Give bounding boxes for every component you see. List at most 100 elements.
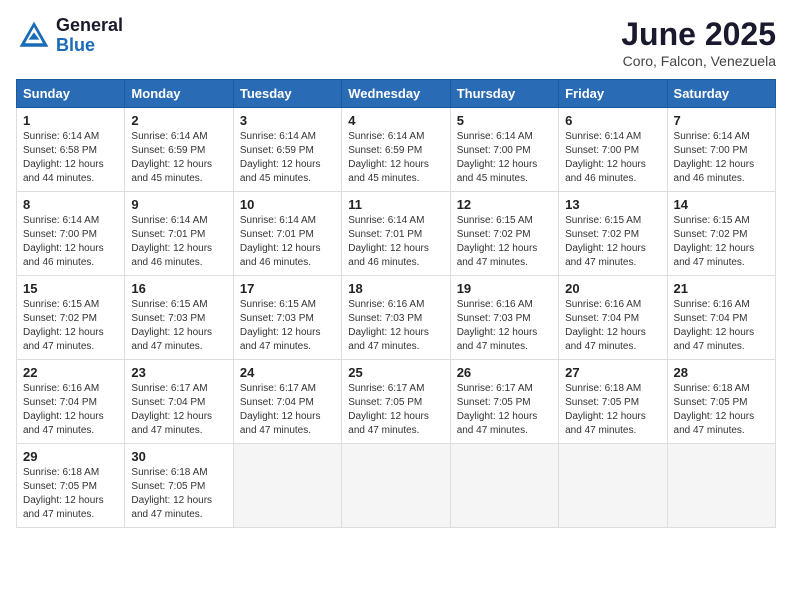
- calendar-cell: 8 Sunrise: 6:14 AMSunset: 7:00 PMDaylight…: [17, 192, 125, 276]
- calendar-header-row: SundayMondayTuesdayWednesdayThursdayFrid…: [17, 80, 776, 108]
- day-number: 19: [457, 281, 552, 296]
- day-info: Sunrise: 6:17 AMSunset: 7:05 PMDaylight:…: [348, 382, 443, 438]
- day-number: 27: [565, 365, 660, 380]
- title-block: June 2025 Coro, Falcon, Venezuela: [621, 16, 776, 69]
- calendar-cell: 7 Sunrise: 6:14 AMSunset: 7:00 PMDaylight…: [667, 108, 775, 192]
- day-info: Sunrise: 6:15 AMSunset: 7:02 PMDaylight:…: [23, 298, 118, 354]
- day-number: 8: [23, 197, 118, 212]
- day-number: 26: [457, 365, 552, 380]
- day-info: Sunrise: 6:15 AMSunset: 7:02 PMDaylight:…: [674, 214, 769, 270]
- day-info: Sunrise: 6:16 AMSunset: 7:04 PMDaylight:…: [674, 298, 769, 354]
- day-number: 15: [23, 281, 118, 296]
- calendar-week-3: 15 Sunrise: 6:15 AMSunset: 7:02 PMDayligh…: [17, 276, 776, 360]
- day-info: Sunrise: 6:14 AMSunset: 7:01 PMDaylight:…: [131, 214, 226, 270]
- day-info: Sunrise: 6:14 AMSunset: 6:58 PMDaylight:…: [23, 130, 118, 186]
- day-number: 24: [240, 365, 335, 380]
- calendar-cell: 22 Sunrise: 6:16 AMSunset: 7:04 PMDayligh…: [17, 360, 125, 444]
- calendar-cell: 11 Sunrise: 6:14 AMSunset: 7:01 PMDayligh…: [342, 192, 450, 276]
- calendar-cell: 18Sunrise: 6:16 AMSunset: 7:03 PMDayligh…: [342, 276, 450, 360]
- calendar-cell: 30 Sunrise: 6:18 AMSunset: 7:05 PMDayligh…: [125, 444, 233, 528]
- calendar-header-tuesday: Tuesday: [233, 80, 341, 108]
- page-header: General Blue June 2025 Coro, Falcon, Ven…: [16, 16, 776, 69]
- day-number: 22: [23, 365, 118, 380]
- logo-general-text: General: [56, 16, 123, 36]
- day-number: 21: [674, 281, 769, 296]
- calendar-cell: 27 Sunrise: 6:18 AMSunset: 7:05 PMDayligh…: [559, 360, 667, 444]
- day-info: Sunrise: 6:18 AMSunset: 7:05 PMDaylight:…: [565, 382, 660, 438]
- calendar-cell: 9 Sunrise: 6:14 AMSunset: 7:01 PMDaylight…: [125, 192, 233, 276]
- day-number: 20: [565, 281, 660, 296]
- location-text: Coro, Falcon, Venezuela: [621, 53, 776, 69]
- calendar-header-thursday: Thursday: [450, 80, 558, 108]
- day-number: 14: [674, 197, 769, 212]
- day-info: Sunrise: 6:18 AMSunset: 7:05 PMDaylight:…: [131, 466, 226, 522]
- day-number: 11: [348, 197, 443, 212]
- calendar-cell: 6 Sunrise: 6:14 AMSunset: 7:00 PMDaylight…: [559, 108, 667, 192]
- day-info: Sunrise: 6:14 AMSunset: 7:01 PMDaylight:…: [348, 214, 443, 270]
- calendar-cell: 21 Sunrise: 6:16 AMSunset: 7:04 PMDayligh…: [667, 276, 775, 360]
- day-number: 3: [240, 113, 335, 128]
- day-info: Sunrise: 6:14 AMSunset: 7:00 PMDaylight:…: [23, 214, 118, 270]
- calendar-cell: 5Sunrise: 6:14 AMSunset: 7:00 PMDaylight…: [450, 108, 558, 192]
- logo: General Blue: [16, 16, 123, 56]
- calendar-header-wednesday: Wednesday: [342, 80, 450, 108]
- day-info: Sunrise: 6:16 AMSunset: 7:03 PMDaylight:…: [457, 298, 552, 354]
- calendar-header-monday: Monday: [125, 80, 233, 108]
- day-info: Sunrise: 6:17 AMSunset: 7:04 PMDaylight:…: [240, 382, 335, 438]
- day-number: 2: [131, 113, 226, 128]
- month-title: June 2025: [621, 16, 776, 53]
- day-info: Sunrise: 6:14 AMSunset: 6:59 PMDaylight:…: [131, 130, 226, 186]
- day-info: Sunrise: 6:15 AMSunset: 7:03 PMDaylight:…: [131, 298, 226, 354]
- day-info: Sunrise: 6:17 AMSunset: 7:04 PMDaylight:…: [131, 382, 226, 438]
- calendar-cell: [559, 444, 667, 528]
- calendar-cell: 23Sunrise: 6:17 AMSunset: 7:04 PMDayligh…: [125, 360, 233, 444]
- day-info: Sunrise: 6:14 AMSunset: 7:00 PMDaylight:…: [674, 130, 769, 186]
- day-number: 25: [348, 365, 443, 380]
- calendar-cell: 13Sunrise: 6:15 AMSunset: 7:02 PMDayligh…: [559, 192, 667, 276]
- calendar-cell: 4 Sunrise: 6:14 AMSunset: 6:59 PMDaylight…: [342, 108, 450, 192]
- calendar-cell: [450, 444, 558, 528]
- calendar-cell: 17 Sunrise: 6:15 AMSunset: 7:03 PMDayligh…: [233, 276, 341, 360]
- day-number: 28: [674, 365, 769, 380]
- calendar-week-1: 1Sunrise: 6:14 AMSunset: 6:58 PMDaylight…: [17, 108, 776, 192]
- calendar-cell: 14 Sunrise: 6:15 AMSunset: 7:02 PMDayligh…: [667, 192, 775, 276]
- calendar-cell: 15 Sunrise: 6:15 AMSunset: 7:02 PMDayligh…: [17, 276, 125, 360]
- calendar-cell: 29 Sunrise: 6:18 AMSunset: 7:05 PMDayligh…: [17, 444, 125, 528]
- day-info: Sunrise: 6:15 AMSunset: 7:03 PMDaylight:…: [240, 298, 335, 354]
- calendar-header-sunday: Sunday: [17, 80, 125, 108]
- calendar-cell: 10Sunrise: 6:14 AMSunset: 7:01 PMDayligh…: [233, 192, 341, 276]
- day-number: 7: [674, 113, 769, 128]
- calendar-header-saturday: Saturday: [667, 80, 775, 108]
- calendar-cell: 12 Sunrise: 6:15 AMSunset: 7:02 PMDayligh…: [450, 192, 558, 276]
- calendar-cell: [342, 444, 450, 528]
- logo-blue-text: Blue: [56, 36, 123, 56]
- day-info: Sunrise: 6:14 AMSunset: 7:01 PMDaylight:…: [240, 214, 335, 270]
- day-number: 12: [457, 197, 552, 212]
- calendar-cell: [233, 444, 341, 528]
- day-number: 6: [565, 113, 660, 128]
- calendar-cell: 25 Sunrise: 6:17 AMSunset: 7:05 PMDayligh…: [342, 360, 450, 444]
- day-info: Sunrise: 6:14 AMSunset: 6:59 PMDaylight:…: [348, 130, 443, 186]
- calendar-cell: [667, 444, 775, 528]
- calendar-cell: 1Sunrise: 6:14 AMSunset: 6:58 PMDaylight…: [17, 108, 125, 192]
- day-number: 4: [348, 113, 443, 128]
- day-info: Sunrise: 6:14 AMSunset: 7:00 PMDaylight:…: [565, 130, 660, 186]
- day-number: 9: [131, 197, 226, 212]
- calendar-cell: 26Sunrise: 6:17 AMSunset: 7:05 PMDayligh…: [450, 360, 558, 444]
- day-info: Sunrise: 6:18 AMSunset: 7:05 PMDaylight:…: [23, 466, 118, 522]
- calendar-cell: 20Sunrise: 6:16 AMSunset: 7:04 PMDayligh…: [559, 276, 667, 360]
- day-number: 29: [23, 449, 118, 464]
- day-number: 17: [240, 281, 335, 296]
- day-number: 30: [131, 449, 226, 464]
- day-number: 16: [131, 281, 226, 296]
- calendar-cell: 3Sunrise: 6:14 AMSunset: 6:59 PMDaylight…: [233, 108, 341, 192]
- day-info: Sunrise: 6:15 AMSunset: 7:02 PMDaylight:…: [457, 214, 552, 270]
- calendar-table: SundayMondayTuesdayWednesdayThursdayFrid…: [16, 79, 776, 528]
- calendar-header-friday: Friday: [559, 80, 667, 108]
- day-info: Sunrise: 6:18 AMSunset: 7:05 PMDaylight:…: [674, 382, 769, 438]
- day-info: Sunrise: 6:16 AMSunset: 7:04 PMDaylight:…: [23, 382, 118, 438]
- calendar-cell: 2 Sunrise: 6:14 AMSunset: 6:59 PMDaylight…: [125, 108, 233, 192]
- calendar-cell: 19 Sunrise: 6:16 AMSunset: 7:03 PMDayligh…: [450, 276, 558, 360]
- day-info: Sunrise: 6:15 AMSunset: 7:02 PMDaylight:…: [565, 214, 660, 270]
- calendar-week-5: 29 Sunrise: 6:18 AMSunset: 7:05 PMDayligh…: [17, 444, 776, 528]
